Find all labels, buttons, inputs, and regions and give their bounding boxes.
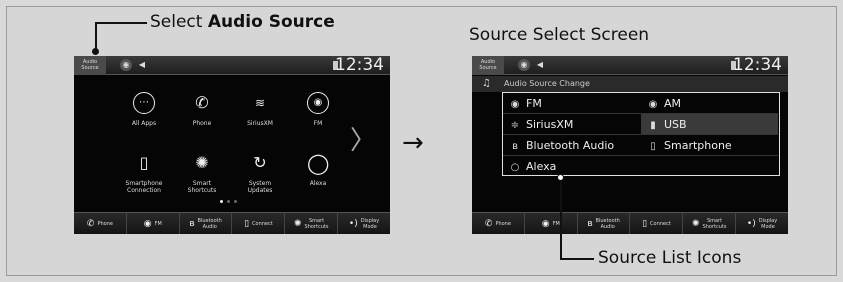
callout-line-v — [560, 180, 562, 260]
clock: 12:34 — [733, 56, 782, 75]
source-list-icons-callout: Source List Icons — [598, 248, 742, 268]
source-fm[interactable]: ◉ FM — [503, 93, 641, 114]
source-select-screen: Audio Source ◉ ◀ 12:34 ♫ Audio Source Ch… — [472, 56, 788, 234]
status-bar: Audio Source ◉ ◀ 12:34 — [472, 56, 788, 75]
arrow-right-icon: → — [402, 128, 424, 158]
source-list: ◉ FM ◉ AM ≑ SiriusXM ▮ USB ʙ Bluetooth Audio … — [502, 92, 780, 176]
source-usb[interactable]: ▮ USB — [641, 114, 778, 135]
source-smartphone[interactable]: ▯ Smartphone — [641, 135, 778, 156]
shortcuts-icon: ✺ — [294, 218, 302, 229]
audio-source-button[interactable]: Audio Source — [472, 56, 504, 75]
source-bluetooth-audio[interactable]: ʙ Bluetooth Audio — [503, 135, 641, 156]
bluetooth-icon: ʙ — [587, 218, 593, 229]
siriusxm-icon: ≋ — [254, 96, 266, 110]
app-siriusxm[interactable]: ≋ SiriusXM — [230, 92, 290, 127]
source-alexa[interactable]: ○ Alexa — [503, 156, 641, 177]
bottom-fm[interactable]: ◉ FM — [525, 213, 578, 234]
bottom-fm[interactable]: ◉ FM — [127, 213, 180, 234]
music-note-icon: ♫ — [482, 78, 491, 89]
bottom-phone[interactable]: ✆ Phone — [472, 213, 525, 234]
callout-line-v — [95, 22, 97, 50]
callout-dot — [92, 48, 99, 55]
bottom-smart-shortcuts[interactable]: ✺ Smart Shortcuts — [285, 213, 339, 234]
bottom-display-mode[interactable]: •) Display Mode — [736, 213, 788, 234]
bottom-smart-shortcuts[interactable]: ✺ Smart Shortcuts — [683, 213, 737, 234]
radio-icon: ◉ — [120, 59, 132, 71]
phone-icon: ✆ — [484, 218, 493, 229]
phone-icon: ✆ — [195, 93, 209, 112]
refresh-icon: ↻ — [253, 153, 267, 172]
source-change-header: ♫ Audio Source Change — [472, 76, 788, 92]
page-indicator — [220, 200, 237, 203]
grid-icon: ⋯ — [133, 92, 155, 114]
callout-line-h — [560, 258, 594, 260]
radio-icon: ◉ — [518, 59, 530, 71]
radio-icon: ◉ — [648, 99, 658, 110]
clock: 12:34 — [335, 56, 384, 75]
source-select-screen-title: Source Select Screen — [469, 25, 650, 45]
radio-icon: ◉ — [541, 218, 550, 229]
radio-icon: ◉ — [307, 92, 329, 114]
alexa-icon: ◯ — [307, 151, 330, 175]
display-icon: •) — [348, 218, 358, 229]
app-all-apps[interactable]: ⋯ All Apps — [114, 92, 174, 127]
bottom-connect[interactable]: ▯ Connect — [232, 213, 286, 234]
status-bar: Audio Source ◉ ◀ 12:34 — [74, 56, 390, 75]
smartphone-icon: ▯ — [642, 218, 648, 229]
bluetooth-icon: ʙ — [512, 141, 518, 152]
volume-icon: ◀ — [536, 60, 544, 69]
phone-icon: ✆ — [86, 218, 95, 229]
select-audio-source-callout: Select Audio Source — [150, 12, 335, 32]
bottom-bar: ✆ Phone ◉ FM ʙ Bluetooth Audio ▯ Connect ✺ Sma… — [74, 212, 390, 234]
callout-line-h — [95, 22, 147, 24]
bluetooth-icon: ʙ — [189, 218, 195, 229]
bottom-phone[interactable]: ✆ Phone — [74, 213, 127, 234]
bottom-bluetooth-audio[interactable]: ʙ Bluetooth Audio — [578, 213, 631, 234]
smartphone-icon: ▯ — [244, 218, 250, 229]
bottom-bar: ✆ Phone ◉ FM ʙ Bluetooth Audio ▯ Connect ✺ Sma… — [472, 212, 788, 234]
app-phone[interactable]: ✆ Phone — [172, 92, 232, 127]
shortcuts-icon: ✺ — [195, 153, 209, 172]
display-icon: •) — [746, 218, 756, 229]
home-screen: Audio Source ◉ ◀ 12:34 ⋯ All Apps ✆ Phon… — [74, 56, 390, 234]
app-system-updates[interactable]: ↻ System Updates — [230, 152, 290, 194]
next-page-chevron-icon[interactable]: 〉 — [350, 120, 376, 157]
bottom-connect[interactable]: ▯ Connect — [630, 213, 684, 234]
source-siriusxm[interactable]: ≑ SiriusXM — [503, 114, 641, 135]
smartphone-icon: ▯ — [650, 141, 656, 152]
bottom-bluetooth-audio[interactable]: ʙ Bluetooth Audio — [180, 213, 233, 234]
app-smart-shortcuts[interactable]: ✺ Smart Shortcuts — [172, 152, 232, 194]
audio-source-button[interactable]: Audio Source — [74, 56, 106, 75]
bottom-display-mode[interactable]: •) Display Mode — [338, 213, 390, 234]
app-alexa[interactable]: ◯ Alexa — [288, 152, 348, 187]
radio-icon: ◉ — [510, 99, 520, 110]
alexa-icon: ○ — [510, 162, 520, 173]
usb-icon: ▮ — [650, 120, 656, 131]
app-smartphone-connection[interactable]: ▯ Smartphone Connection — [114, 152, 174, 194]
volume-icon: ◀ — [138, 60, 146, 69]
siriusxm-icon: ≑ — [510, 120, 520, 131]
smartphone-icon: ▯ — [139, 153, 149, 172]
radio-icon: ◉ — [143, 218, 152, 229]
source-am[interactable]: ◉ AM — [641, 93, 778, 114]
app-fm[interactable]: ◉ FM — [288, 92, 348, 127]
shortcuts-icon: ✺ — [692, 218, 700, 229]
